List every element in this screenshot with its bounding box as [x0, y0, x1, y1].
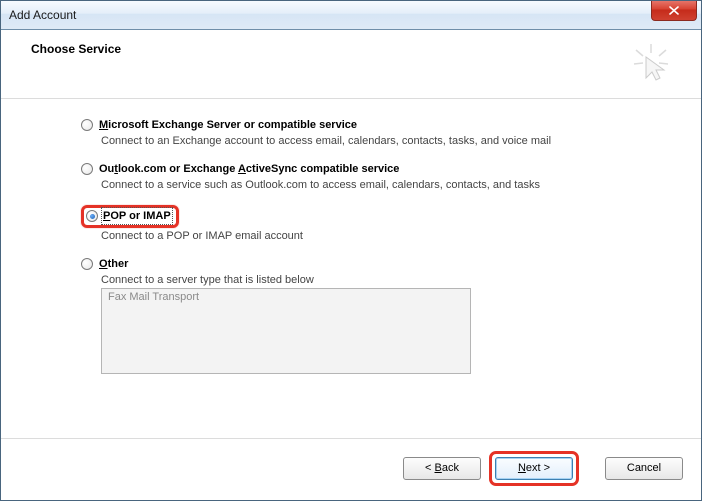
- option-pop-imap-desc: Connect to a POP or IMAP email account: [101, 230, 661, 242]
- highlight-pop-imap: POP or IMAP: [81, 205, 179, 228]
- page-title: Choose Service: [31, 42, 121, 56]
- option-outlookcom: Outlook.com or Exchange ActiveSync compa…: [81, 161, 661, 191]
- add-account-window: Add Account Choose Service: [0, 0, 702, 501]
- radio-outlookcom[interactable]: [81, 163, 93, 175]
- option-exchange-desc: Connect to an Exchange account to access…: [101, 135, 661, 147]
- back-button[interactable]: < Back: [403, 457, 481, 480]
- option-outlookcom-desc: Connect to a service such as Outlook.com…: [101, 179, 661, 191]
- option-other: Other Connect to a server type that is l…: [81, 256, 661, 374]
- cancel-button[interactable]: Cancel: [605, 457, 683, 480]
- option-exchange-label[interactable]: Microsoft Exchange Server or compatible …: [99, 117, 357, 133]
- option-pop-imap: POP or IMAP Connect to a POP or IMAP ema…: [81, 205, 661, 242]
- titlebar: Add Account: [1, 1, 701, 30]
- close-icon: [669, 6, 679, 15]
- option-pop-imap-label[interactable]: POP or IMAP: [102, 208, 172, 224]
- option-exchange: Microsoft Exchange Server or compatible …: [81, 117, 661, 147]
- list-item: Fax Mail Transport: [108, 291, 464, 303]
- radio-other[interactable]: [81, 258, 93, 270]
- radio-pop-imap[interactable]: [86, 210, 98, 222]
- radio-exchange[interactable]: [81, 119, 93, 131]
- option-other-desc: Connect to a server type that is listed …: [101, 274, 661, 286]
- option-outlookcom-label[interactable]: Outlook.com or Exchange ActiveSync compa…: [99, 161, 399, 177]
- window-buttons: [651, 1, 697, 21]
- wizard-footer: < Back Next > Cancel: [1, 438, 701, 500]
- next-button[interactable]: Next >: [495, 457, 573, 480]
- option-other-label[interactable]: Other: [99, 256, 128, 272]
- highlight-next: Next >: [489, 451, 579, 486]
- close-button[interactable]: [651, 1, 697, 21]
- other-server-listbox: Fax Mail Transport: [101, 288, 471, 374]
- wizard-header: Choose Service: [1, 30, 701, 99]
- window-title: Add Account: [9, 8, 76, 22]
- options-area: Microsoft Exchange Server or compatible …: [1, 99, 701, 438]
- cursor-click-icon: [631, 42, 681, 82]
